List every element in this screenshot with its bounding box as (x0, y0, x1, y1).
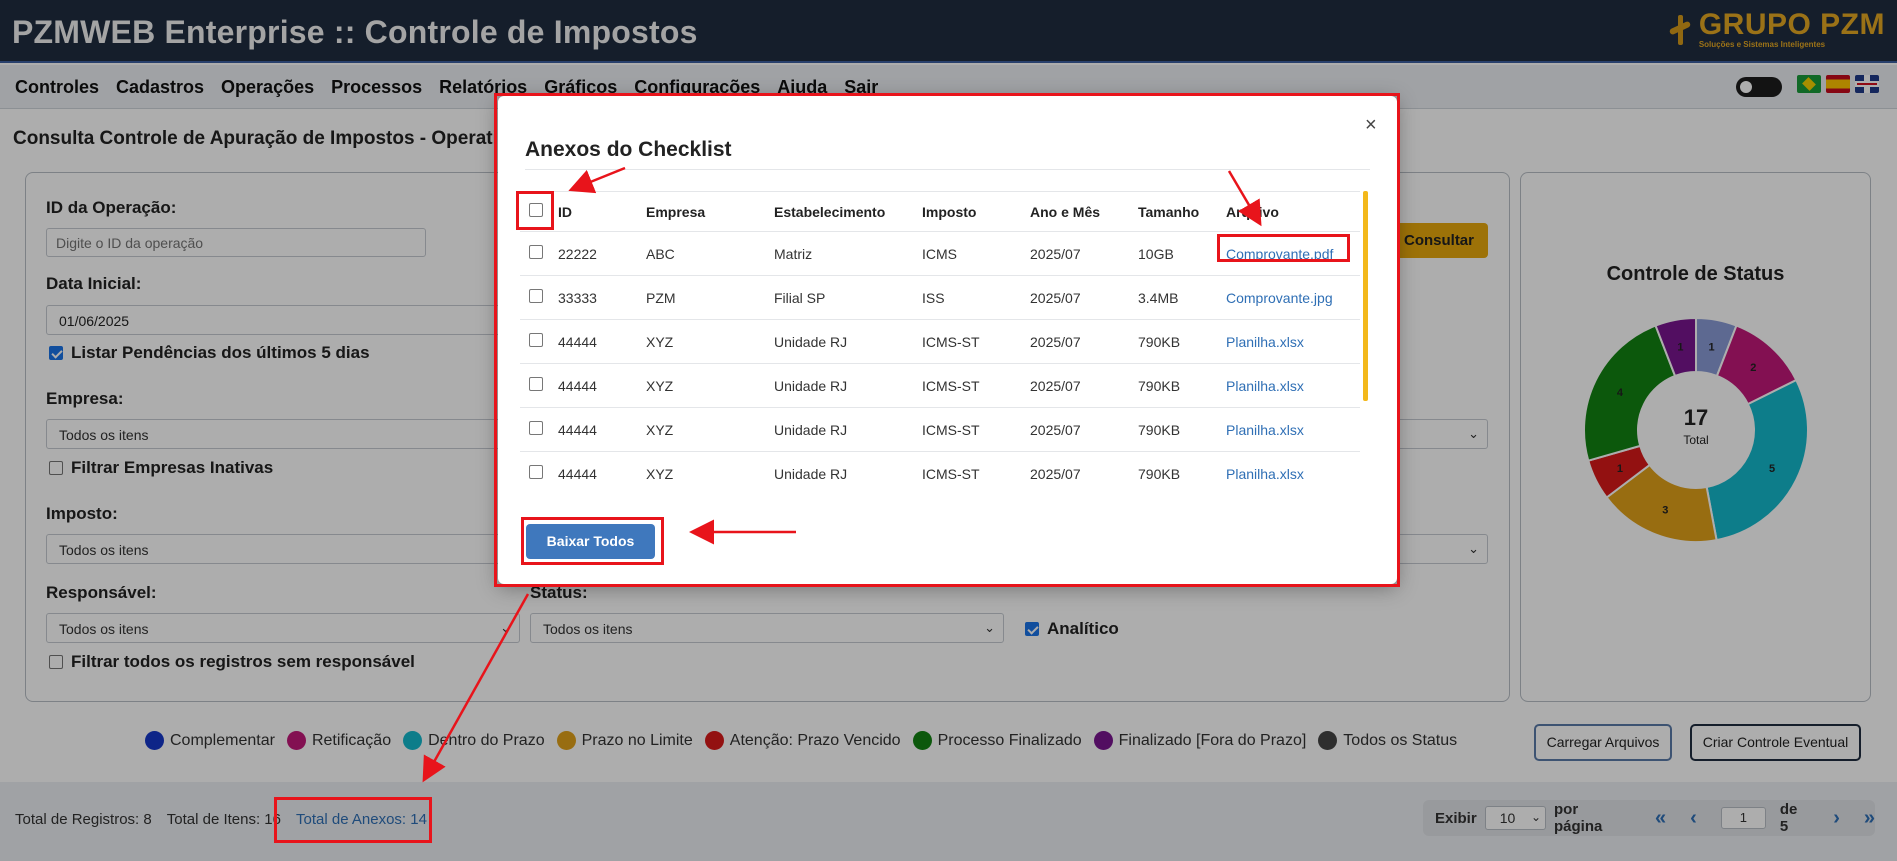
arrow-to-file-link (1227, 170, 1262, 227)
arrow-to-select-all (568, 166, 626, 194)
annotation-arrows (422, 166, 1262, 783)
arrow-to-total-anexos (422, 593, 530, 783)
